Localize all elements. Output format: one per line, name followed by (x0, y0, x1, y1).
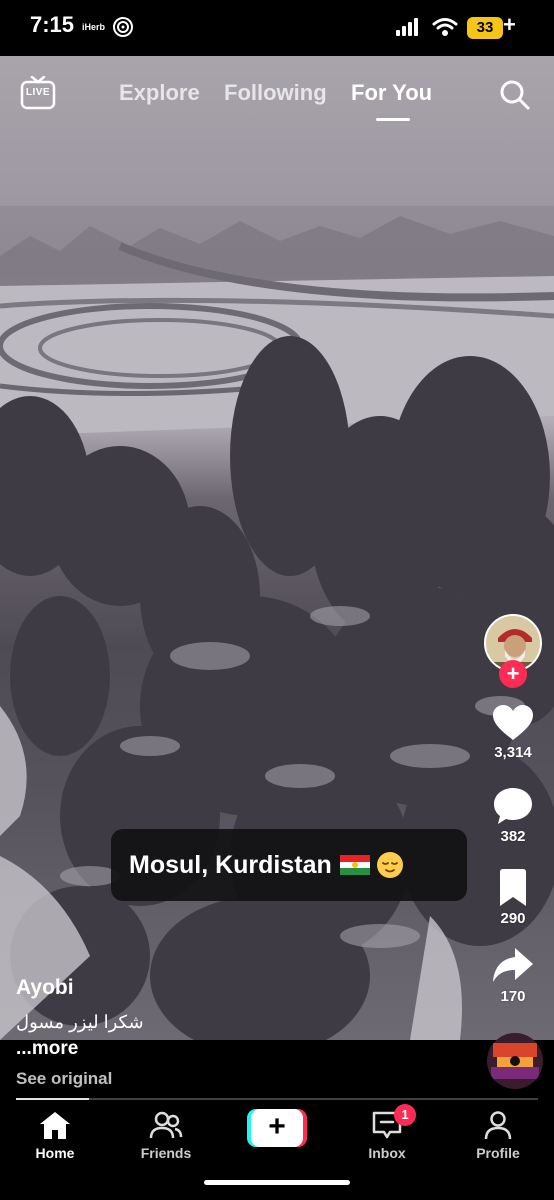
nav-inbox[interactable]: 1 Inbox (342, 1104, 432, 1161)
status-bar: 7:15 iHerb 33 + (0, 0, 554, 56)
nav-inbox-label: Inbox (368, 1145, 406, 1161)
create-icon: + (251, 1109, 303, 1147)
friends-icon (149, 1111, 183, 1139)
live-button[interactable]: LIVE (20, 76, 56, 112)
app-swirl-icon (113, 17, 133, 37)
create-button[interactable]: + (247, 1109, 307, 1147)
music-cover-icon (487, 1033, 543, 1089)
like-count: 3,314 (494, 744, 532, 761)
video-caption-sticker: Mosul, Kurdistan (111, 829, 467, 901)
wifi-icon (432, 18, 458, 36)
active-tab-indicator (376, 118, 410, 121)
nav-profile-label: Profile (476, 1145, 520, 1161)
nav-friends[interactable]: Friends (121, 1110, 211, 1161)
video-progress-bar[interactable] (16, 1098, 538, 1100)
battery-indicator: 33 (467, 17, 503, 39)
battery-charging-plus: + (503, 12, 516, 37)
bottom-navigation: Home Friends + 1 Inbox Profile (0, 1104, 554, 1200)
video-caption-text: Mosul, Kurdistan (129, 850, 332, 879)
comment-icon (494, 788, 532, 824)
post-description: شكرا ليزر مسول (16, 1012, 144, 1032)
tab-explore[interactable]: Explore (119, 80, 200, 106)
heart-icon (493, 705, 533, 740)
bookmark-icon (500, 869, 526, 906)
author-name[interactable]: Ayobi (16, 976, 74, 1000)
cellular-signal-icon (396, 18, 418, 36)
nav-profile[interactable]: Profile (453, 1110, 543, 1161)
share-button[interactable]: 170 (482, 946, 544, 1005)
follow-button[interactable]: + (499, 660, 527, 688)
video-progress-fill (16, 1098, 90, 1100)
top-navigation: LIVE Explore Following For You (0, 56, 554, 136)
status-time: 7:15 (30, 12, 75, 37)
kurdistan-flag-icon (339, 855, 370, 875)
nav-home[interactable]: Home (10, 1110, 100, 1161)
home-icon (40, 1112, 70, 1139)
live-label: LIVE (25, 87, 51, 98)
nav-home-label: Home (35, 1145, 75, 1161)
inbox-badge: 1 (394, 1104, 416, 1126)
tab-following[interactable]: Following (224, 80, 327, 106)
favorite-button[interactable]: 290 (482, 868, 544, 927)
tab-for-you[interactable]: For You (351, 80, 432, 106)
more-link[interactable]: ...more (16, 1038, 78, 1060)
profile-icon (484, 1111, 512, 1140)
relieved-face-icon (376, 852, 403, 878)
see-original-link[interactable]: See original (16, 1069, 112, 1089)
plus-icon: + (506, 661, 520, 686)
comment-count: 382 (500, 828, 526, 845)
share-arrow-icon (493, 948, 533, 982)
like-button[interactable]: 3,314 (482, 704, 544, 761)
search-icon[interactable] (498, 78, 532, 112)
comment-button[interactable]: 382 (482, 786, 544, 845)
nav-friends-label: Friends (140, 1145, 192, 1161)
home-indicator (204, 1180, 350, 1185)
share-count: 170 (500, 988, 526, 1005)
favorite-count: 290 (500, 910, 526, 927)
music-disc[interactable] (487, 1033, 543, 1089)
status-app-label: iHerb (82, 22, 106, 32)
